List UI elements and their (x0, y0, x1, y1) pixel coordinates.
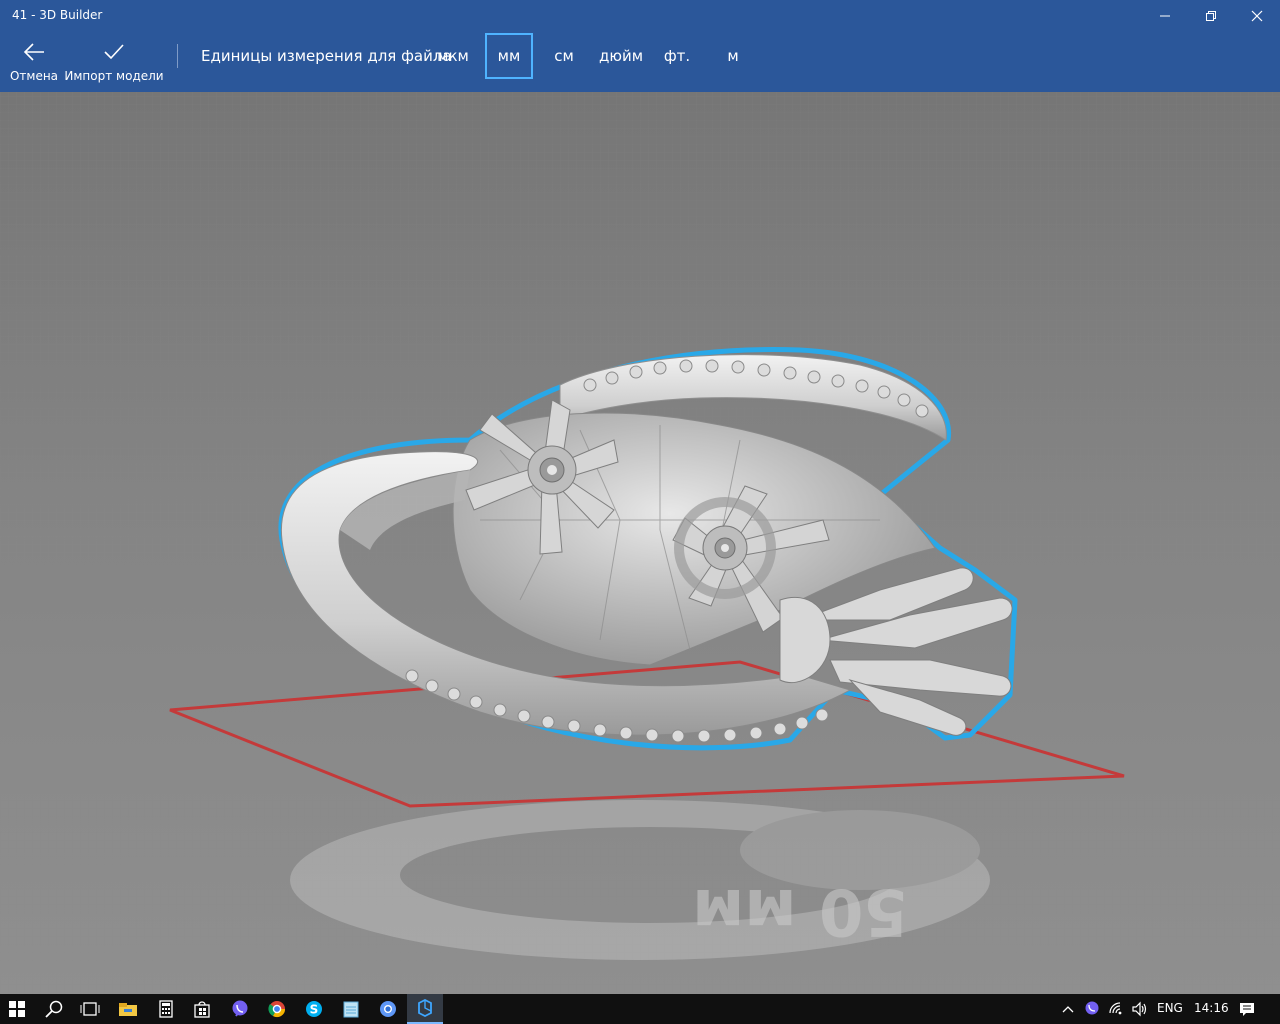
tray-clock[interactable]: 14:16 (1194, 1001, 1229, 1015)
windows-start-icon (9, 1001, 25, 1017)
scene-canvas[interactable]: 50 мм (0, 92, 1280, 994)
task-view-icon (80, 1002, 100, 1016)
svg-text:S: S (310, 1003, 319, 1017)
unit-option-meter[interactable]: м (718, 33, 748, 79)
close-icon (1251, 10, 1263, 22)
taskbar-chrome[interactable] (259, 994, 295, 1024)
import-model-label: Импорт модели (64, 69, 164, 83)
tray-volume[interactable] (1128, 994, 1152, 1024)
app-header: 41 - 3D Builder Отмена Импорт модели Еди… (0, 0, 1280, 92)
store-icon (194, 1001, 210, 1018)
taskbar-notepad[interactable] (333, 994, 369, 1024)
3d-builder-icon (418, 999, 432, 1017)
wifi-icon (1109, 1002, 1122, 1015)
chromium-icon (380, 1001, 396, 1017)
taskbar-skype[interactable]: S (296, 994, 332, 1024)
taskbar-3d-builder[interactable] (407, 994, 443, 1024)
chevron-up-icon (1062, 1006, 1074, 1013)
3d-viewport[interactable]: 50 мм (0, 92, 1280, 994)
close-button[interactable] (1234, 0, 1280, 32)
unit-option-foot[interactable]: фт. (660, 33, 694, 79)
calculator-icon (159, 1000, 173, 1018)
skype-icon: S (306, 1001, 322, 1017)
cancel-label: Отмена (9, 69, 59, 83)
window-title: 41 - 3D Builder (12, 8, 103, 22)
taskbar-store[interactable] (184, 994, 220, 1024)
speaker-icon (1132, 1001, 1147, 1017)
minimize-icon (1160, 15, 1170, 17)
tray-network[interactable] (1105, 994, 1129, 1024)
checkmark-icon (102, 38, 126, 66)
app-window: 41 - 3D Builder Отмена Импорт модели Еди… (0, 0, 1280, 994)
task-view-button[interactable] (72, 994, 108, 1024)
file-explorer-icon (119, 1003, 137, 1016)
start-button[interactable] (0, 994, 34, 1024)
taskbar-viber[interactable] (222, 994, 258, 1024)
units-label: Единицы измерения для файла (201, 47, 452, 65)
action-center-button[interactable] (1232, 994, 1262, 1024)
cancel-button[interactable]: Отмена (10, 38, 58, 90)
toolbar-divider (177, 44, 178, 68)
back-arrow-icon (22, 38, 46, 66)
tray-language[interactable]: ENG (1157, 1001, 1183, 1015)
restore-button[interactable] (1188, 0, 1234, 32)
taskbar-chromium[interactable] (370, 994, 406, 1024)
tray-viber[interactable] (1080, 994, 1104, 1024)
unit-option-micrometer[interactable]: мкм (432, 33, 474, 79)
restore-icon (1206, 11, 1216, 21)
taskbar: S ENG 14:16 (0, 994, 1280, 1024)
unit-option-centimeter[interactable]: см (546, 33, 582, 79)
unit-option-millimeter[interactable]: мм (485, 33, 533, 79)
taskbar-calculator[interactable] (148, 994, 184, 1024)
ground-scale-label: 50 мм (692, 874, 908, 948)
notepad-icon (343, 1001, 359, 1018)
show-hidden-icons-button[interactable] (1056, 994, 1080, 1024)
viber-icon (232, 1000, 248, 1017)
chrome-icon (268, 1001, 286, 1018)
taskbar-file-explorer[interactable] (110, 994, 146, 1024)
minimize-button[interactable] (1142, 0, 1188, 32)
search-icon (45, 1000, 63, 1018)
viber-tray-icon (1085, 1001, 1099, 1015)
unit-option-inch[interactable]: дюйм (596, 33, 646, 79)
notification-icon (1240, 1003, 1254, 1016)
search-button[interactable] (36, 994, 72, 1024)
import-model-button[interactable]: Импорт модели (64, 38, 164, 90)
